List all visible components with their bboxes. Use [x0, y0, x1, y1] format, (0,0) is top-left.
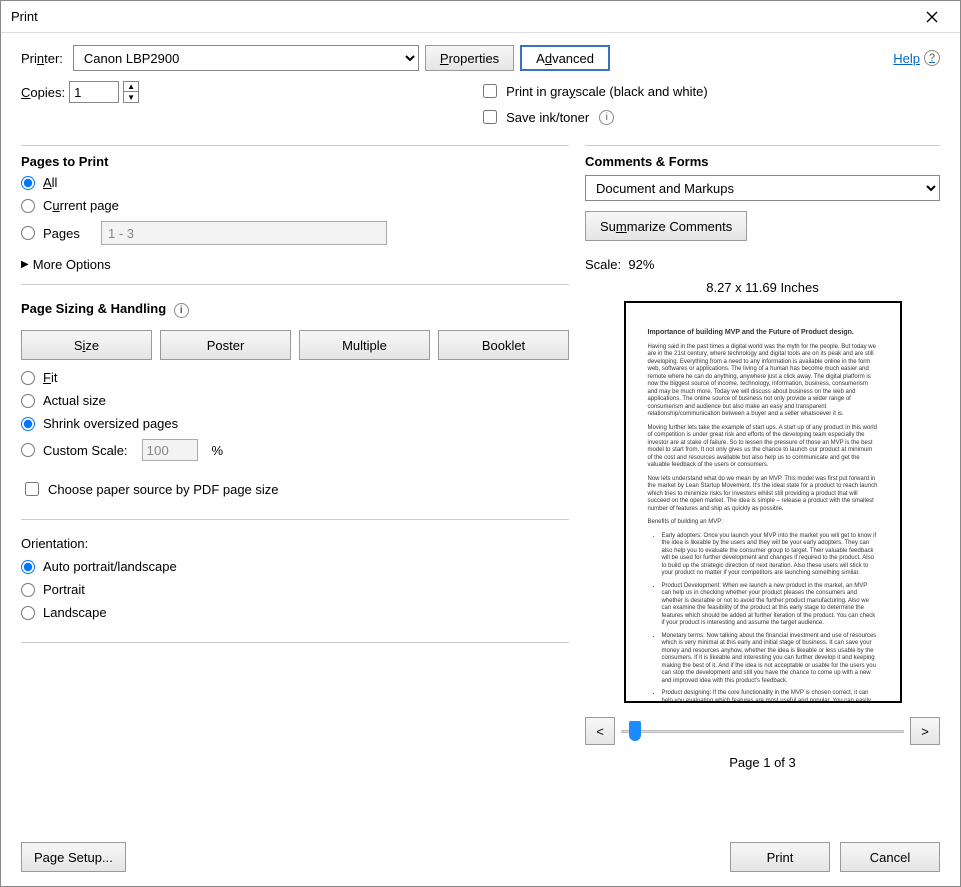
comments-title: Comments & Forms — [585, 154, 940, 169]
actual-label: Actual size — [43, 393, 106, 408]
scale-display: Scale: 92% — [585, 257, 940, 272]
copies-input[interactable] — [69, 81, 119, 103]
fit-label: Fit — [43, 370, 57, 385]
copies-label: Copies: — [21, 85, 65, 100]
pages-to-print-title: Pages to Print — [21, 154, 569, 169]
custom-label: Custom Scale: — [43, 443, 128, 458]
print-button[interactable]: Print — [730, 842, 830, 872]
grayscale-label: Print in grayscale (black and white) — [506, 84, 708, 99]
page-indicator: Page 1 of 3 — [585, 755, 940, 770]
spin-up-icon[interactable]: ▲ — [124, 82, 138, 92]
spin-down-icon[interactable]: ▼ — [124, 92, 138, 102]
pages-range-label: Pages — [43, 226, 93, 241]
help-icon: ? — [924, 50, 940, 66]
saveink-checkbox[interactable] — [483, 110, 497, 124]
prev-page-button[interactable]: < — [585, 717, 615, 745]
pages-current-label: Current page — [43, 198, 119, 213]
custom-scale-input[interactable] — [142, 439, 198, 461]
printer-select[interactable]: Canon LBP2900 — [73, 45, 419, 71]
poster-tab[interactable]: Poster — [160, 330, 291, 360]
actual-radio[interactable] — [21, 394, 35, 408]
slider-track — [621, 730, 904, 733]
landscape-radio[interactable] — [21, 606, 35, 620]
page-slider[interactable] — [621, 721, 904, 741]
next-page-button[interactable]: > — [910, 717, 940, 745]
window-title: Print — [11, 9, 38, 24]
percent-label: % — [212, 443, 224, 458]
dimensions-display: 8.27 x 11.69 Inches — [585, 280, 940, 295]
portrait-label: Portrait — [43, 582, 85, 597]
triangle-right-icon: ▶ — [21, 259, 29, 270]
choose-source-label: Choose paper source by PDF page size — [48, 482, 279, 497]
orientation-title: Orientation: — [21, 536, 569, 551]
help-link[interactable]: Help? — [893, 50, 940, 66]
fit-radio[interactable] — [21, 371, 35, 385]
slider-thumb[interactable] — [629, 721, 641, 741]
pages-all-label: All — [43, 175, 57, 190]
auto-orient-label: Auto portrait/landscape — [43, 559, 177, 574]
choose-source-checkbox[interactable] — [25, 482, 39, 496]
page-preview: Importance of building MVP and the Futur… — [624, 301, 902, 703]
close-button[interactable] — [914, 3, 950, 31]
booklet-tab[interactable]: Booklet — [438, 330, 569, 360]
summarize-button[interactable]: Summarize Comments — [585, 211, 747, 241]
shrink-radio[interactable] — [21, 417, 35, 431]
page-setup-button[interactable]: Page Setup... — [21, 842, 126, 872]
copies-spinner[interactable]: ▲▼ — [123, 81, 139, 103]
pages-range-radio[interactable] — [21, 226, 35, 240]
portrait-radio[interactable] — [21, 583, 35, 597]
shrink-label: Shrink oversized pages — [43, 416, 178, 431]
pages-all-radio[interactable] — [21, 176, 35, 190]
auto-orient-radio[interactable] — [21, 560, 35, 574]
saveink-label: Save ink/toner — [506, 110, 589, 125]
pages-range-input[interactable] — [101, 221, 387, 245]
advanced-button[interactable]: Advanced — [520, 45, 610, 71]
custom-radio[interactable] — [21, 443, 35, 457]
size-tab[interactable]: Size — [21, 330, 152, 360]
info-icon[interactable]: i — [174, 303, 189, 318]
info-icon[interactable]: i — [599, 110, 614, 125]
pages-current-radio[interactable] — [21, 199, 35, 213]
close-icon — [926, 11, 938, 23]
sizing-title: Page Sizing & Handling i — [21, 301, 569, 318]
cancel-button[interactable]: Cancel — [840, 842, 940, 872]
printer-label: Printer: — [21, 51, 63, 66]
comments-select[interactable]: Document and Markups — [585, 175, 940, 201]
more-options-toggle[interactable]: ▶More Options — [21, 257, 569, 272]
properties-button[interactable]: Properties — [425, 45, 514, 71]
grayscale-checkbox[interactable] — [483, 84, 497, 98]
landscape-label: Landscape — [43, 605, 107, 620]
multiple-tab[interactable]: Multiple — [299, 330, 430, 360]
